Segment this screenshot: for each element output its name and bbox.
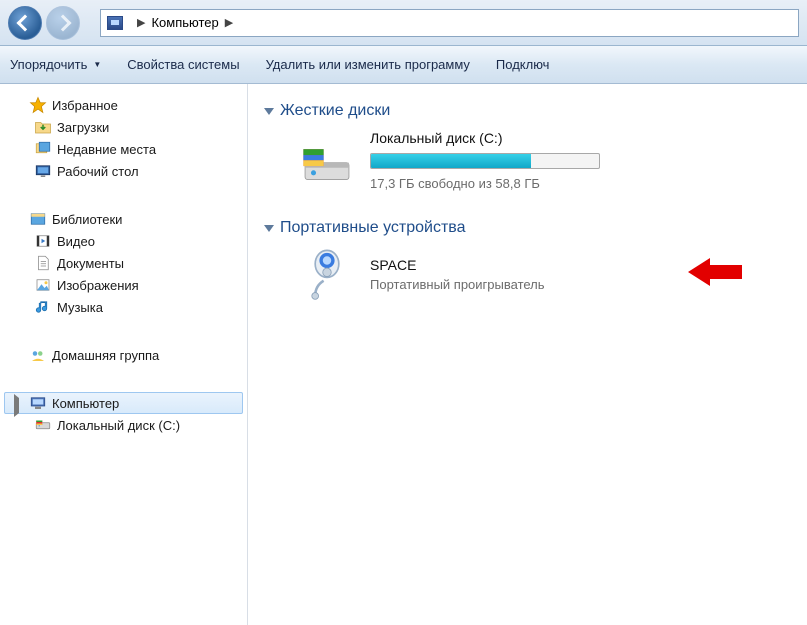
sidebar-item-desktop[interactable]: Рабочий стол xyxy=(4,160,243,182)
sidebar-item-pictures[interactable]: Изображения xyxy=(4,274,243,296)
storage-bar xyxy=(370,153,600,169)
sidebar-item-downloads[interactable]: Загрузки xyxy=(4,116,243,138)
hard-drive-icon xyxy=(300,134,354,188)
document-icon xyxy=(34,254,52,272)
pictures-icon xyxy=(34,276,52,294)
hard-drive-icon xyxy=(34,416,52,434)
navigation-pane: Избранное Загрузки Недавние места Рабочи… xyxy=(0,84,248,625)
sidebar-item-label: Загрузки xyxy=(57,120,109,135)
group-header-drives[interactable]: Жесткие диски xyxy=(264,102,791,120)
back-button[interactable] xyxy=(8,6,42,40)
arrow-right-icon xyxy=(55,14,72,31)
homegroup-icon xyxy=(29,346,47,364)
drive-item-c[interactable]: Локальный диск (C:) 17,3 ГБ свободно из … xyxy=(300,130,791,191)
sysprops-label: Свойства системы xyxy=(127,57,239,72)
sidebar-item-label: Музыка xyxy=(57,300,103,315)
collapse-icon xyxy=(264,108,274,115)
chevron-right-icon: ▶ xyxy=(137,16,145,29)
sidebar-item-documents[interactable]: Документы xyxy=(4,252,243,274)
device-subtitle: Портативный проигрыватель xyxy=(370,277,545,292)
sidebar-item-music[interactable]: Музыка xyxy=(4,296,243,318)
connect-label: Подключ xyxy=(496,57,550,72)
uninstall-label: Удалить или изменить программу xyxy=(266,57,470,72)
sidebar-item-label: Избранное xyxy=(52,98,118,113)
nav-bar: ▶ Компьютер ▶ xyxy=(0,0,807,46)
expander-icon[interactable] xyxy=(14,100,24,110)
arrow-left-icon xyxy=(17,14,34,31)
chevron-right-icon: ▶ xyxy=(225,16,233,29)
desktop-icon xyxy=(34,162,52,180)
sidebar-homegroup[interactable]: Домашняя группа xyxy=(4,344,243,366)
sidebar-computer[interactable]: Компьютер xyxy=(4,392,243,414)
storage-fill xyxy=(371,154,531,168)
folder-download-icon xyxy=(34,118,52,136)
sidebar-item-recent[interactable]: Недавние места xyxy=(4,138,243,160)
organize-button[interactable]: Упорядочить ▼ xyxy=(10,57,101,72)
sidebar-item-label: Библиотеки xyxy=(52,212,122,227)
drive-free-space: 17,3 ГБ свободно из 58,8 ГБ xyxy=(370,176,600,191)
computer-icon xyxy=(107,16,123,30)
collapse-icon xyxy=(264,225,274,232)
sidebar-item-label: Компьютер xyxy=(52,396,119,411)
sidebar-item-label: Домашняя группа xyxy=(52,348,159,363)
group-title: Портативные устройства xyxy=(280,219,466,237)
media-player-icon xyxy=(300,247,354,301)
chevron-down-icon: ▼ xyxy=(93,60,101,69)
sidebar-item-label: Локальный диск (C:) xyxy=(57,418,180,433)
music-icon xyxy=(34,298,52,316)
drive-title: Локальный диск (C:) xyxy=(370,130,600,146)
connect-button[interactable]: Подключ xyxy=(496,57,550,72)
sidebar-libraries[interactable]: Библиотеки xyxy=(4,208,243,230)
sidebar-item-label: Недавние места xyxy=(57,142,156,157)
group-title: Жесткие диски xyxy=(280,102,390,120)
organize-label: Упорядочить xyxy=(10,57,87,72)
expander-icon[interactable] xyxy=(14,398,24,408)
sidebar-favorites[interactable]: Избранное xyxy=(4,94,243,116)
uninstall-program-button[interactable]: Удалить или изменить программу xyxy=(266,57,470,72)
annotation-arrow-icon xyxy=(688,254,742,290)
group-header-portable[interactable]: Портативные устройства xyxy=(264,219,791,237)
expander-icon[interactable] xyxy=(14,214,24,224)
sidebar-item-videos[interactable]: Видео xyxy=(4,230,243,252)
content-pane: Жесткие диски Локальный диск (C:) xyxy=(248,84,807,625)
sidebar-item-label: Документы xyxy=(57,256,124,271)
sidebar-item-local-disk-c[interactable]: Локальный диск (C:) xyxy=(4,414,243,436)
sidebar-item-label: Видео xyxy=(57,234,95,249)
address-bar[interactable]: ▶ Компьютер ▶ xyxy=(100,9,799,37)
breadcrumb-root[interactable]: Компьютер xyxy=(151,15,218,30)
libraries-icon xyxy=(29,210,47,228)
device-title: SPACE xyxy=(370,257,545,273)
star-icon xyxy=(29,96,47,114)
sidebar-item-label: Рабочий стол xyxy=(57,164,139,179)
expander-icon[interactable] xyxy=(14,350,24,360)
video-icon xyxy=(34,232,52,250)
computer-icon xyxy=(29,394,47,412)
sidebar-item-label: Изображения xyxy=(57,278,139,293)
toolbar: Упорядочить ▼ Свойства системы Удалить и… xyxy=(0,46,807,84)
forward-button[interactable] xyxy=(46,6,80,40)
system-properties-button[interactable]: Свойства системы xyxy=(127,57,239,72)
recent-icon xyxy=(34,140,52,158)
